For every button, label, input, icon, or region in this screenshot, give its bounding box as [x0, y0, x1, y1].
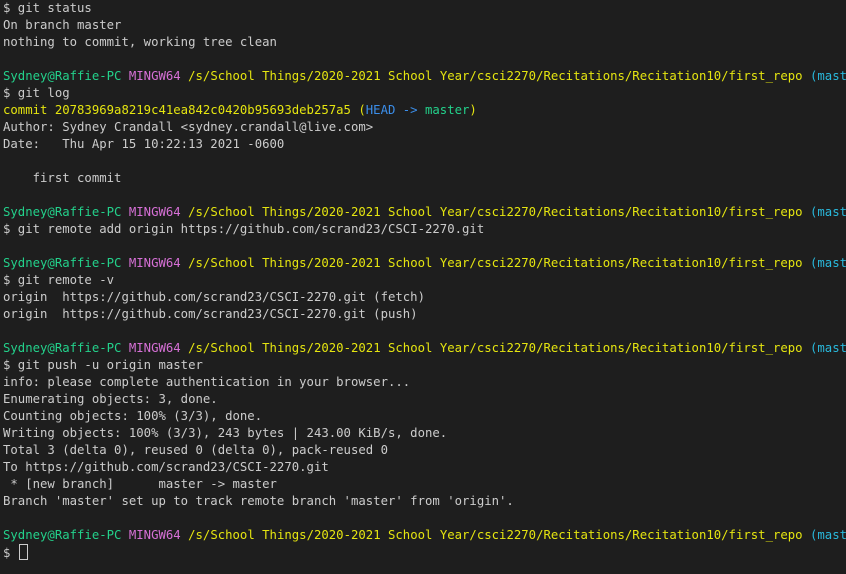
prompt-branch: (master)	[810, 69, 846, 83]
output-line: Author: Sydney Crandall <sydney.crandall…	[3, 119, 846, 136]
prompt-path: /s/School Things/2020-2021 School Year/c…	[188, 205, 803, 219]
commit-line: commit 20783969a8219c41ea842c0420b95693d…	[3, 102, 846, 119]
output-line: origin https://github.com/scrand23/CSCI-…	[3, 289, 846, 306]
command-text: $ git push -u origin master	[3, 358, 203, 372]
command-line: $ git remote -v	[3, 272, 846, 289]
output-text: origin https://github.com/scrand23/CSCI-…	[3, 290, 425, 304]
head-ref: HEAD ->	[365, 103, 425, 117]
prompt-user: Sydney@Raffie-PC	[3, 528, 122, 542]
output-text: * [new branch] master -> master	[3, 477, 277, 491]
commit-suffix: )	[469, 103, 477, 117]
command-text: $ git status	[3, 1, 92, 15]
branch-ref: master	[425, 103, 470, 117]
commit-hash: commit 20783969a8219c41ea842c0420b95693d…	[3, 103, 366, 117]
prompt-system: MINGW64	[128, 341, 181, 355]
prompt-branch: (master)	[810, 528, 846, 542]
prompt-system: MINGW64	[128, 205, 181, 219]
prompt-path: /s/School Things/2020-2021 School Year/c…	[188, 256, 803, 270]
output-text: nothing to commit, working tree clean	[3, 35, 277, 49]
command-text: $ git log	[3, 86, 70, 100]
terminal-window[interactable]: $ git status On branch master nothing to c…	[0, 0, 846, 574]
output-line: nothing to commit, working tree clean	[3, 34, 846, 51]
prompt-user: Sydney@Raffie-PC	[3, 69, 122, 83]
output-text: Writing objects: 100% (3/3), 243 bytes |…	[3, 426, 448, 440]
text-cursor[interactable]	[18, 544, 28, 560]
output-text: Total 3 (delta 0), reused 0 (delta 0), p…	[3, 443, 388, 457]
output-text: Counting objects: 100% (3/3), done.	[3, 409, 263, 423]
output-text: On branch master	[3, 18, 122, 32]
prompt-user: Sydney@Raffie-PC	[3, 205, 122, 219]
prompt-line: Sydney@Raffie-PC MINGW64 /s/School Thing…	[3, 527, 846, 544]
output-text: Branch 'master' set up to track remote b…	[3, 494, 514, 508]
output-text: To https://github.com/scrand23/CSCI-2270…	[3, 460, 329, 474]
output-line: To https://github.com/scrand23/CSCI-2270…	[3, 459, 846, 476]
prompt-line: Sydney@Raffie-PC MINGW64 /s/School Thing…	[3, 340, 846, 357]
prompt-branch: (master)	[810, 341, 846, 355]
prompt-user: Sydney@Raffie-PC	[3, 341, 122, 355]
output-line: origin https://github.com/scrand23/CSCI-…	[3, 306, 846, 323]
input-line[interactable]: $	[3, 544, 846, 561]
output-line: Total 3 (delta 0), reused 0 (delta 0), p…	[3, 442, 846, 459]
prompt-path: /s/School Things/2020-2021 School Year/c…	[188, 69, 803, 83]
command-text: $ git remote add origin https://github.c…	[3, 222, 485, 236]
input-prompt: $	[3, 546, 18, 560]
prompt-system: MINGW64	[128, 528, 181, 542]
output-line: Enumerating objects: 3, done.	[3, 391, 846, 408]
command-line: $ git status	[3, 0, 846, 17]
output-line: first commit	[3, 170, 846, 187]
prompt-system: MINGW64	[128, 69, 181, 83]
output-line: Counting objects: 100% (3/3), done.	[3, 408, 846, 425]
prompt-line: Sydney@Raffie-PC MINGW64 /s/School Thing…	[3, 68, 846, 85]
output-line: info: please complete authentication in …	[3, 374, 846, 391]
output-line: Date: Thu Apr 15 10:22:13 2021 -0600	[3, 136, 846, 153]
prompt-user: Sydney@Raffie-PC	[3, 256, 122, 270]
output-text: first commit	[3, 171, 122, 185]
prompt-line: Sydney@Raffie-PC MINGW64 /s/School Thing…	[3, 255, 846, 272]
output-text: origin https://github.com/scrand23/CSCI-…	[3, 307, 418, 321]
command-line: $ git remote add origin https://github.c…	[3, 221, 846, 238]
output-text: Author: Sydney Crandall <sydney.crandall…	[3, 120, 374, 134]
command-line: $ git push -u origin master	[3, 357, 846, 374]
prompt-path: /s/School Things/2020-2021 School Year/c…	[188, 341, 803, 355]
prompt-branch: (master)	[810, 205, 846, 219]
output-line: Branch 'master' set up to track remote b…	[3, 493, 846, 510]
prompt-path: /s/School Things/2020-2021 School Year/c…	[188, 528, 803, 542]
output-line: Writing objects: 100% (3/3), 243 bytes |…	[3, 425, 846, 442]
output-text: info: please complete authentication in …	[3, 375, 411, 389]
command-line: $ git log	[3, 85, 846, 102]
prompt-system: MINGW64	[128, 256, 181, 270]
output-text: Date: Thu Apr 15 10:22:13 2021 -0600	[3, 137, 285, 151]
prompt-branch: (master)	[810, 256, 846, 270]
output-line: * [new branch] master -> master	[3, 476, 846, 493]
prompt-line: Sydney@Raffie-PC MINGW64 /s/School Thing…	[3, 204, 846, 221]
command-text: $ git remote -v	[3, 273, 115, 287]
output-line: On branch master	[3, 17, 846, 34]
output-text: Enumerating objects: 3, done.	[3, 392, 218, 406]
